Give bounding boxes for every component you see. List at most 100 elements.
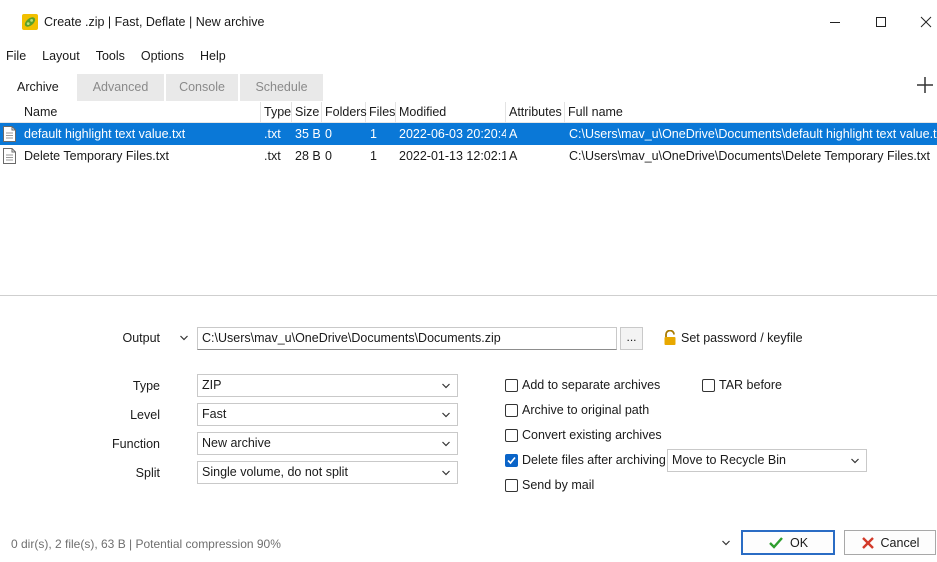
checkbox-box[interactable]	[702, 378, 715, 392]
separate-archives-checkbox[interactable]: Add to separate archives	[505, 378, 660, 392]
convert-archives-label: Convert existing archives	[522, 428, 662, 442]
separate-archives-label: Add to separate archives	[522, 378, 661, 392]
delete-mode-value: Move to Recycle Bin	[672, 453, 786, 467]
cell-modified: 2022-01-13 12:02:18	[399, 149, 506, 163]
split-select[interactable]: Single volume, do not split	[197, 461, 458, 484]
tab-schedule[interactable]: Schedule	[240, 74, 323, 101]
title-bar: Create .zip | Fast, Deflate | New archiv…	[0, 0, 937, 44]
tar-before-checkbox[interactable]: TAR before	[702, 378, 782, 392]
delete-mode-select[interactable]: Move to Recycle Bin	[667, 449, 867, 472]
cancel-button[interactable]: Cancel	[844, 530, 936, 555]
cell-type: .txt	[264, 127, 281, 141]
output-label: Output	[122, 331, 160, 345]
column-fullname[interactable]: Full name	[565, 102, 937, 123]
checkbox-box[interactable]	[505, 403, 518, 417]
file-list[interactable]: Name Type Size Folders Files Modified At…	[0, 102, 937, 296]
cell-name: default highlight text value.txt	[24, 127, 186, 141]
cell-fullname: C:\Users\mav_u\OneDrive\Documents\Delete…	[569, 149, 930, 163]
table-row[interactable]: Delete Temporary Files.txt .txt 28 B 0 1…	[0, 145, 937, 167]
text-file-icon	[3, 148, 16, 164]
function-select-value: New archive	[202, 436, 271, 450]
chevron-down-icon[interactable]	[721, 539, 731, 547]
column-modified[interactable]: Modified	[396, 102, 506, 123]
minimize-button[interactable]	[823, 10, 847, 34]
type-label: Type	[132, 379, 160, 393]
chevron-down-icon[interactable]	[179, 334, 189, 342]
checkbox-box-checked[interactable]	[505, 453, 518, 467]
cell-files: 1	[370, 127, 377, 141]
chevron-down-icon	[442, 470, 450, 476]
function-select[interactable]: New archive	[197, 432, 458, 455]
window-title: Create .zip | Fast, Deflate | New archiv…	[44, 15, 265, 29]
maximize-button[interactable]	[869, 10, 893, 34]
table-row[interactable]: default highlight text value.txt .txt 35…	[0, 123, 937, 145]
column-files[interactable]: Files	[366, 102, 396, 123]
cell-attributes: A	[509, 149, 518, 163]
menu-layout[interactable]: Layout	[34, 47, 88, 67]
app-logo-icon	[22, 14, 38, 30]
menu-bar: File Layout Tools Options Help	[0, 47, 234, 67]
text-file-icon	[3, 126, 16, 142]
level-label: Level	[130, 408, 160, 422]
column-size[interactable]: Size	[292, 102, 322, 123]
original-path-checkbox[interactable]: Archive to original path	[505, 403, 649, 417]
tar-before-label: TAR before	[719, 378, 782, 392]
menu-tools[interactable]: Tools	[88, 47, 133, 67]
lock-icon	[664, 330, 676, 345]
send-mail-label: Send by mail	[522, 478, 595, 492]
tab-console[interactable]: Console	[166, 74, 238, 101]
checkbox-box[interactable]	[505, 428, 518, 442]
minimize-icon	[830, 22, 840, 23]
cell-size: 28 B	[295, 149, 321, 163]
column-folders[interactable]: Folders	[322, 102, 367, 123]
type-select[interactable]: ZIP	[197, 374, 458, 397]
level-select[interactable]: Fast	[197, 403, 458, 426]
column-name[interactable]: Name	[21, 102, 261, 123]
chevron-down-icon	[442, 412, 450, 418]
split-label: Split	[135, 466, 160, 480]
type-select-value: ZIP	[202, 378, 222, 392]
maximize-icon	[876, 17, 886, 27]
cell-fullname: C:\Users\mav_u\OneDrive\Documents\defaul…	[569, 127, 937, 141]
column-attributes[interactable]: Attributes	[506, 102, 565, 123]
cancel-label: Cancel	[880, 535, 920, 550]
chevron-down-icon	[442, 441, 450, 447]
original-path-label: Archive to original path	[522, 403, 650, 417]
close-icon	[920, 16, 932, 28]
checkmark-icon	[769, 536, 783, 549]
close-icon	[861, 536, 874, 549]
tab-strip: Archive Advanced Console Schedule	[7, 74, 323, 101]
send-mail-checkbox[interactable]: Send by mail	[505, 478, 594, 492]
cell-size: 35 B	[295, 127, 321, 141]
cell-attributes: A	[509, 127, 518, 141]
set-password-link[interactable]: Set password / keyfile	[681, 331, 803, 345]
tab-archive[interactable]: Archive	[7, 74, 75, 101]
level-select-value: Fast	[202, 407, 227, 421]
close-window-button[interactable]	[914, 10, 937, 34]
chevron-down-icon	[442, 383, 450, 389]
checkmark-icon	[507, 456, 516, 464]
file-list-header: Name Type Size Folders Files Modified At…	[0, 102, 937, 123]
menu-help[interactable]: Help	[192, 47, 234, 67]
column-type[interactable]: Type	[261, 102, 292, 123]
checkbox-box[interactable]	[505, 478, 518, 492]
chevron-down-icon	[851, 458, 859, 464]
tab-advanced[interactable]: Advanced	[77, 74, 164, 101]
add-icon[interactable]	[915, 75, 935, 95]
function-label: Function	[112, 437, 160, 451]
cell-modified: 2022-06-03 20:20:40	[399, 127, 506, 141]
cell-type: .txt	[264, 149, 281, 163]
delete-files-label: Delete files after archiving	[522, 453, 666, 467]
checkbox-box[interactable]	[505, 378, 518, 392]
convert-archives-checkbox[interactable]: Convert existing archives	[505, 428, 662, 442]
delete-files-checkbox[interactable]: Delete files after archiving	[505, 453, 666, 467]
ok-label: OK	[789, 535, 809, 550]
ok-button[interactable]: OK	[741, 530, 835, 555]
browse-button[interactable]: ...	[620, 327, 643, 350]
cell-files: 1	[370, 149, 377, 163]
split-select-value: Single volume, do not split	[202, 465, 348, 479]
menu-options[interactable]: Options	[133, 47, 192, 67]
menu-file[interactable]: File	[0, 47, 34, 67]
cell-folders: 0	[325, 127, 332, 141]
output-path-field[interactable]: C:\Users\mav_u\OneDrive\Documents\Docume…	[197, 327, 617, 350]
